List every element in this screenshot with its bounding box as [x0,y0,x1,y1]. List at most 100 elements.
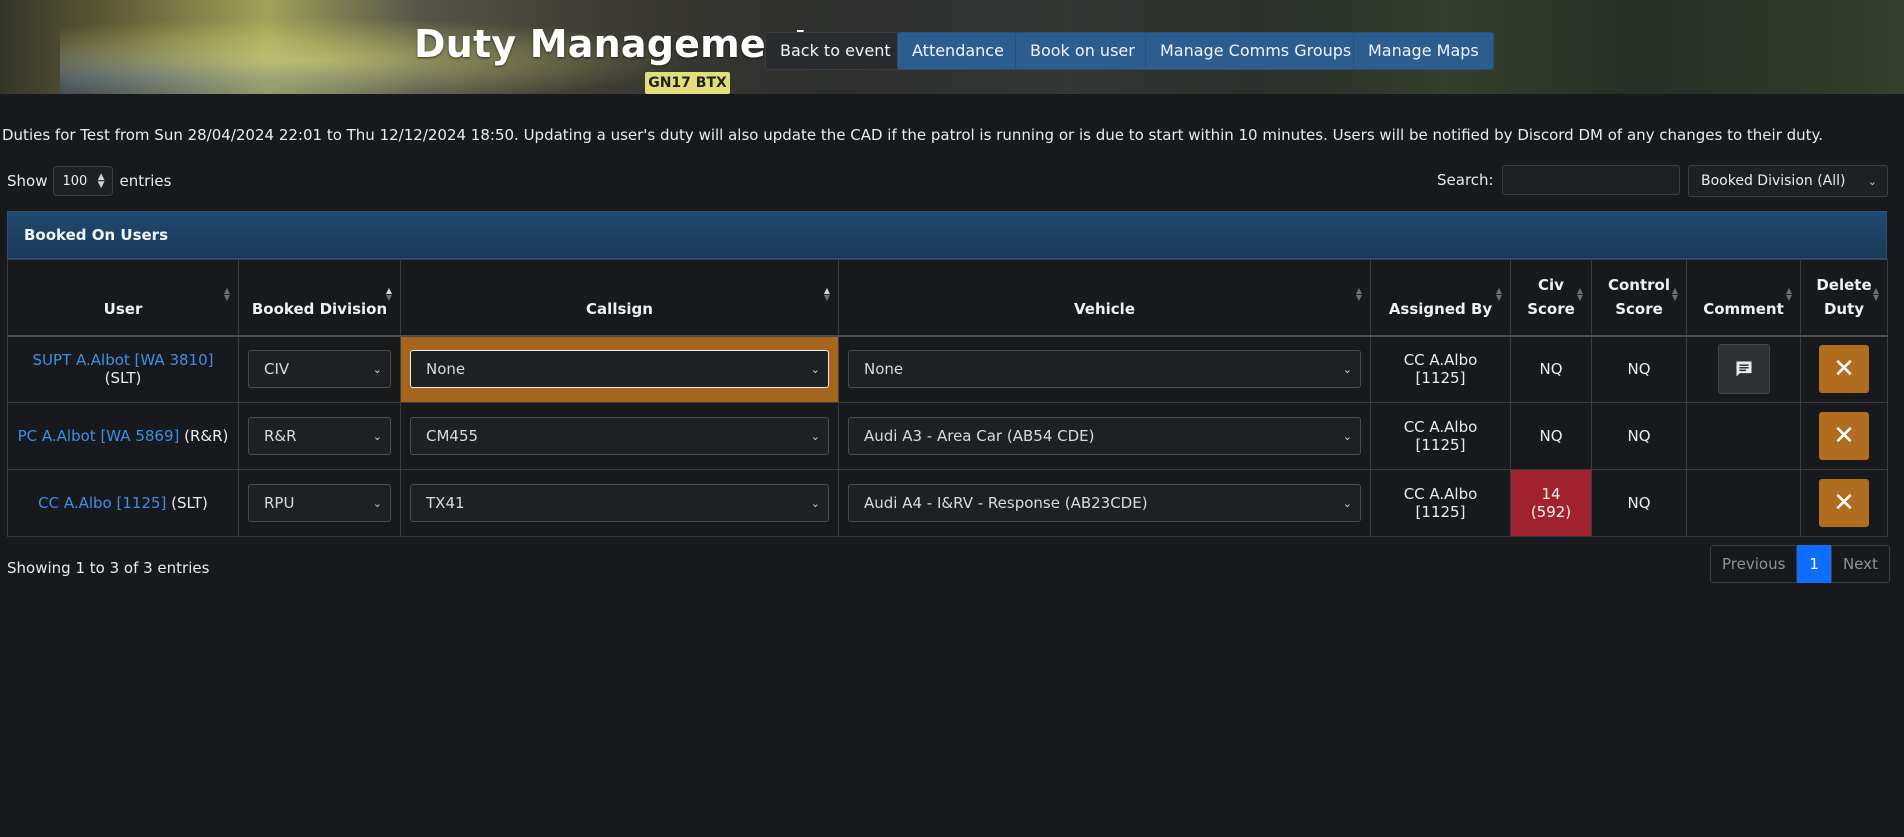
table-row: PC A.Albot [WA 5869] (R&R) R&R ⌄ CM455 ⌄ A… [7,402,1888,470]
header-label: Control Score [1607,275,1670,318]
callsign-value: None [426,360,466,379]
back-to-event-button[interactable]: Back to event [765,32,906,70]
header-label: Callsign [586,299,653,318]
search-input[interactable] [1501,165,1680,195]
user-cell: PC A.Albot [WA 5869] (R&R) [7,402,239,470]
vehicle-select[interactable]: Audi A4 - I&RV - Response (AB23CDE) ⌄ [848,484,1361,522]
close-icon: ✕ [1833,354,1855,385]
manage-maps-button[interactable]: Manage Maps [1353,32,1494,70]
user-link[interactable]: CC A.Albo [1125] [38,494,166,512]
chevron-down-icon: ⌄ [372,496,382,510]
delete-cell: ✕ [1800,335,1888,403]
book-on-user-button[interactable]: Book on user [1015,32,1150,70]
vehicle-select[interactable]: None ⌄ [848,350,1361,389]
assigned-by-cell: CC A.Albo [1125] [1370,335,1511,403]
division-select[interactable]: RPU ⌄ [248,484,391,522]
callsign-select[interactable]: CM455 ⌄ [410,417,829,455]
sort-icon: ▲ ▼ [223,286,230,302]
callsign-select[interactable]: None ⌄ [410,350,829,389]
control-score-cell: NQ [1591,469,1687,537]
chevron-down-icon: ⌄ [810,362,820,376]
header-label: Delete Duty [1816,275,1872,318]
col-header-user[interactable]: User ▲ ▼ [7,259,239,336]
col-header-vehicle[interactable]: Vehicle ▲ ▼ [838,259,1371,336]
attendance-button[interactable]: Attendance [897,32,1019,70]
sort-icon: ▲ ▼ [1576,286,1583,302]
comment-button[interactable] [1717,344,1770,395]
banner-plate: GN17 BTX [645,72,730,94]
previous-page-button[interactable]: Previous [1710,545,1798,583]
col-header-delete-duty[interactable]: Delete Duty ▲ ▼ [1800,259,1888,336]
header-label: Assigned By [1388,299,1493,318]
user-suffix: (SLT) [104,369,142,388]
header-label: Comment [1703,299,1784,318]
header-label: User [103,299,143,318]
header-label: Civ Score [1527,275,1575,318]
sort-updown-icon: ▲ ▼ [97,172,105,190]
chevron-down-icon: ⌄ [810,496,820,510]
page-title: Duty Management [414,22,812,66]
table-info: Showing 1 to 3 of 3 entries [7,559,210,577]
table-row: SUPT A.Albot [WA 3810] (SLT) CIV ⌄ None ⌄ … [7,335,1888,403]
division-select[interactable]: CIV ⌄ [248,350,391,389]
user-cell: CC A.Albo [1125] (SLT) [7,469,239,537]
table-row: CC A.Albo [1125] (SLT) RPU ⌄ TX41 ⌄ Audi A… [7,469,1888,537]
page-1-button[interactable]: 1 [1797,545,1831,583]
division-cell: R&R ⌄ [238,402,401,470]
comment-cell [1686,402,1801,470]
control-score-cell: NQ [1591,335,1687,403]
control-score-cell: NQ [1591,402,1687,470]
sort-icon: ▲ ▼ [1495,286,1502,302]
entries-select[interactable]: 100 ▲ ▼ [53,166,114,196]
callsign-select[interactable]: TX41 ⌄ [410,484,829,522]
search-area: Search: [1437,165,1680,195]
sort-icon: ▲ ▼ [1785,286,1792,302]
comment-cell [1686,469,1801,537]
user-link[interactable]: PC A.Albot [WA 5869] [18,427,180,445]
callsign-cell: CM455 ⌄ [400,402,839,470]
assigned-by-cell: CC A.Albo [1125] [1370,402,1511,470]
delete-duty-button[interactable]: ✕ [1819,479,1869,527]
sort-asc-icon: ▲ ▼ [823,286,830,302]
division-cell: CIV ⌄ [238,335,401,403]
callsign-cell: TX41 ⌄ [400,469,839,537]
comment-cell [1686,335,1801,403]
delete-cell: ✕ [1800,402,1888,470]
col-header-division[interactable]: Booked Division ▲ ▼ [238,259,401,336]
sort-asc-icon: ▲ ▼ [385,286,392,302]
user-suffix: (SLT) [171,494,208,512]
sort-icon: ▲ ▼ [1355,286,1362,302]
division-filter-select[interactable]: Booked Division (All) ⌄ [1688,165,1888,197]
next-page-button[interactable]: Next [1830,545,1890,583]
chevron-down-icon: ⌄ [1867,174,1877,188]
chevron-down-icon: ⌄ [1342,362,1352,376]
col-header-assigned-by[interactable]: Assigned By ▲ ▼ [1370,259,1511,336]
manage-comms-groups-button[interactable]: Manage Comms Groups [1145,32,1367,70]
user-link[interactable]: SUPT A.Albot [WA 3810] [33,351,214,369]
entries-label: entries [119,172,172,190]
chevron-down-icon: ⌄ [1342,429,1352,443]
header-banner: GN17 BTX Duty Management Back to event A… [0,0,1904,94]
duty-description: Duties for Test from Sun 28/04/2024 22:0… [2,126,1824,144]
vehicle-select[interactable]: Audi A3 - Area Car (AB54 CDE) ⌄ [848,417,1361,455]
col-header-civ-score[interactable]: Civ Score ▲ ▼ [1510,259,1592,336]
sort-icon: ▲ ▼ [1872,286,1879,302]
division-value: R&R [264,427,297,445]
close-icon: ✕ [1833,421,1855,451]
entries-value: 100 [62,173,88,189]
comment-icon [1736,361,1751,377]
division-select[interactable]: R&R ⌄ [248,417,391,455]
header-label: Vehicle [1074,299,1135,318]
division-value: RPU [264,494,295,512]
col-header-control-score[interactable]: Control Score ▲ ▼ [1591,259,1687,336]
assigned-by-cell: CC A.Albo [1125] [1370,469,1511,537]
delete-duty-button[interactable]: ✕ [1819,345,1869,394]
header-label: Booked Division [251,299,388,318]
col-header-comment[interactable]: Comment ▲ ▼ [1686,259,1801,336]
callsign-cell: None ⌄ [400,335,839,403]
vehicle-cell: None ⌄ [838,335,1371,403]
delete-duty-button[interactable]: ✕ [1819,412,1869,460]
col-header-callsign[interactable]: Callsign ▲ ▼ [400,259,839,336]
chevron-down-icon: ⌄ [810,429,820,443]
panel-title: Booked On Users [7,211,1887,259]
